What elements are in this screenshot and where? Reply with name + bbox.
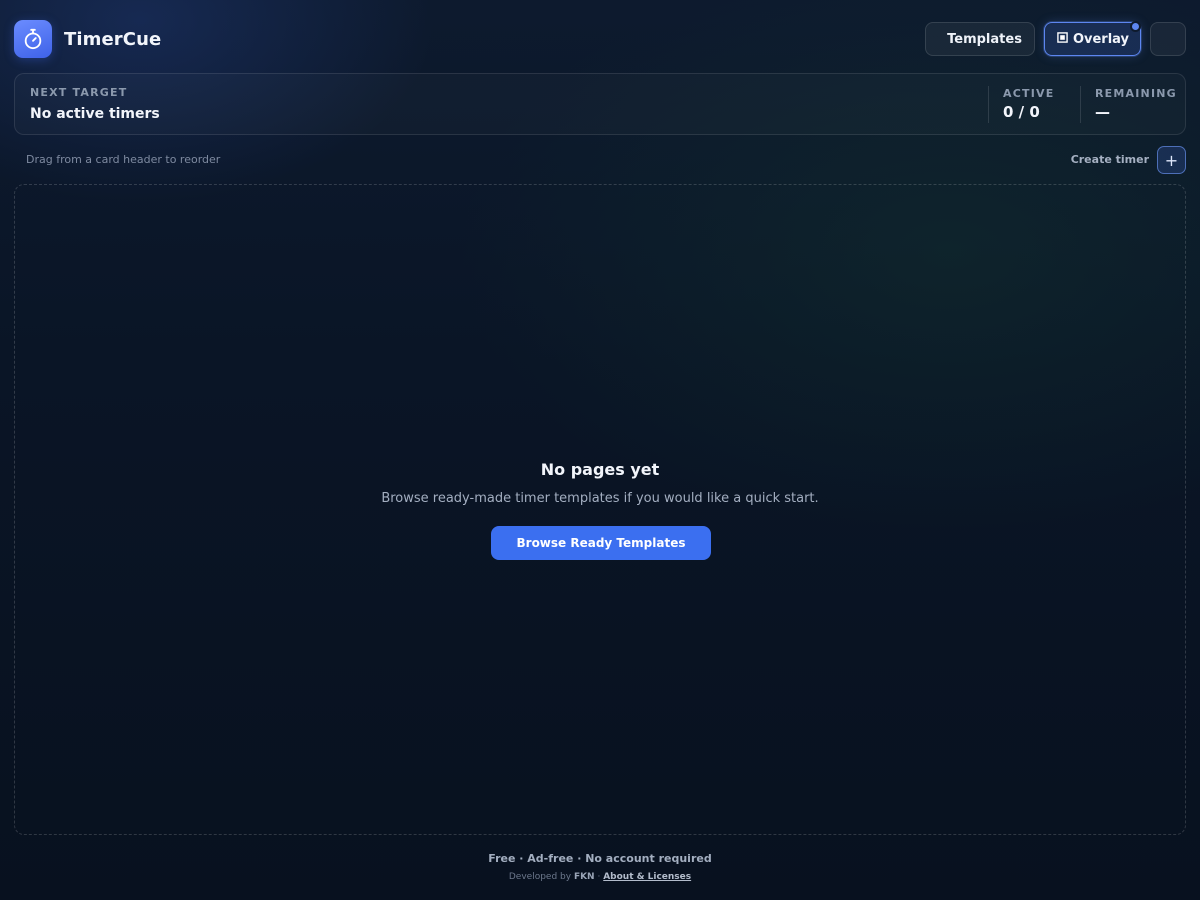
developed-by-prefix: Developed by bbox=[508, 872, 572, 882]
templates-button[interactable]: Templates bbox=[925, 22, 1035, 56]
brand: TimerCue bbox=[14, 20, 161, 58]
empty-state-title: No pages yet bbox=[540, 460, 660, 479]
plus-icon: + bbox=[1164, 150, 1179, 170]
active-label: ACTIVE bbox=[1003, 87, 1055, 100]
templates-button-label: Templates bbox=[947, 31, 1022, 47]
status-divider bbox=[988, 86, 989, 123]
next-target-label: NEXT TARGET bbox=[30, 86, 128, 99]
developer-name: FKN bbox=[573, 872, 595, 882]
next-target-value: No active timers bbox=[30, 106, 160, 122]
overlay-button-label: Overlay bbox=[1072, 31, 1129, 47]
stopwatch-icon bbox=[14, 20, 52, 58]
menu-button[interactable] bbox=[1150, 22, 1186, 56]
overlay-active-indicator bbox=[1130, 21, 1141, 32]
remaining-value: — bbox=[1095, 103, 1110, 121]
footer-separator: · bbox=[597, 872, 601, 882]
reorder-hint: Drag from a card header to reorder bbox=[26, 153, 221, 166]
timer-board: No pages yet Browse ready-made timer tem… bbox=[14, 184, 1186, 835]
browse-templates-button[interactable]: Browse Ready Templates bbox=[491, 526, 711, 560]
browse-templates-label: Browse Ready Templates bbox=[516, 536, 686, 550]
header-actions: Templates Overlay bbox=[925, 21, 1186, 56]
about-licenses-link[interactable]: About & Licenses bbox=[603, 872, 691, 882]
footer-tagline: Free · Ad-free · No account required bbox=[488, 852, 712, 865]
status-divider bbox=[1080, 86, 1081, 123]
app-title: TimerCue bbox=[64, 28, 162, 50]
active-value: 0 / 0 bbox=[1003, 103, 1040, 121]
app-header: TimerCue Templates Overlay bbox=[14, 20, 1186, 58]
overlay-square-icon bbox=[1057, 31, 1068, 47]
empty-state-description: Browse ready-made timer templates if you… bbox=[381, 491, 819, 506]
create-timer-label: Create timer bbox=[1070, 153, 1149, 166]
add-timer-button[interactable]: + bbox=[1157, 146, 1186, 174]
remaining-label: REMAINING bbox=[1095, 87, 1177, 100]
overlay-button[interactable]: Overlay bbox=[1043, 21, 1141, 56]
status-panel: NEXT TARGET No active timers ACTIVE 0 / … bbox=[14, 73, 1186, 135]
footer-credits: Developed by FKN · About & Licenses bbox=[0, 872, 1200, 882]
